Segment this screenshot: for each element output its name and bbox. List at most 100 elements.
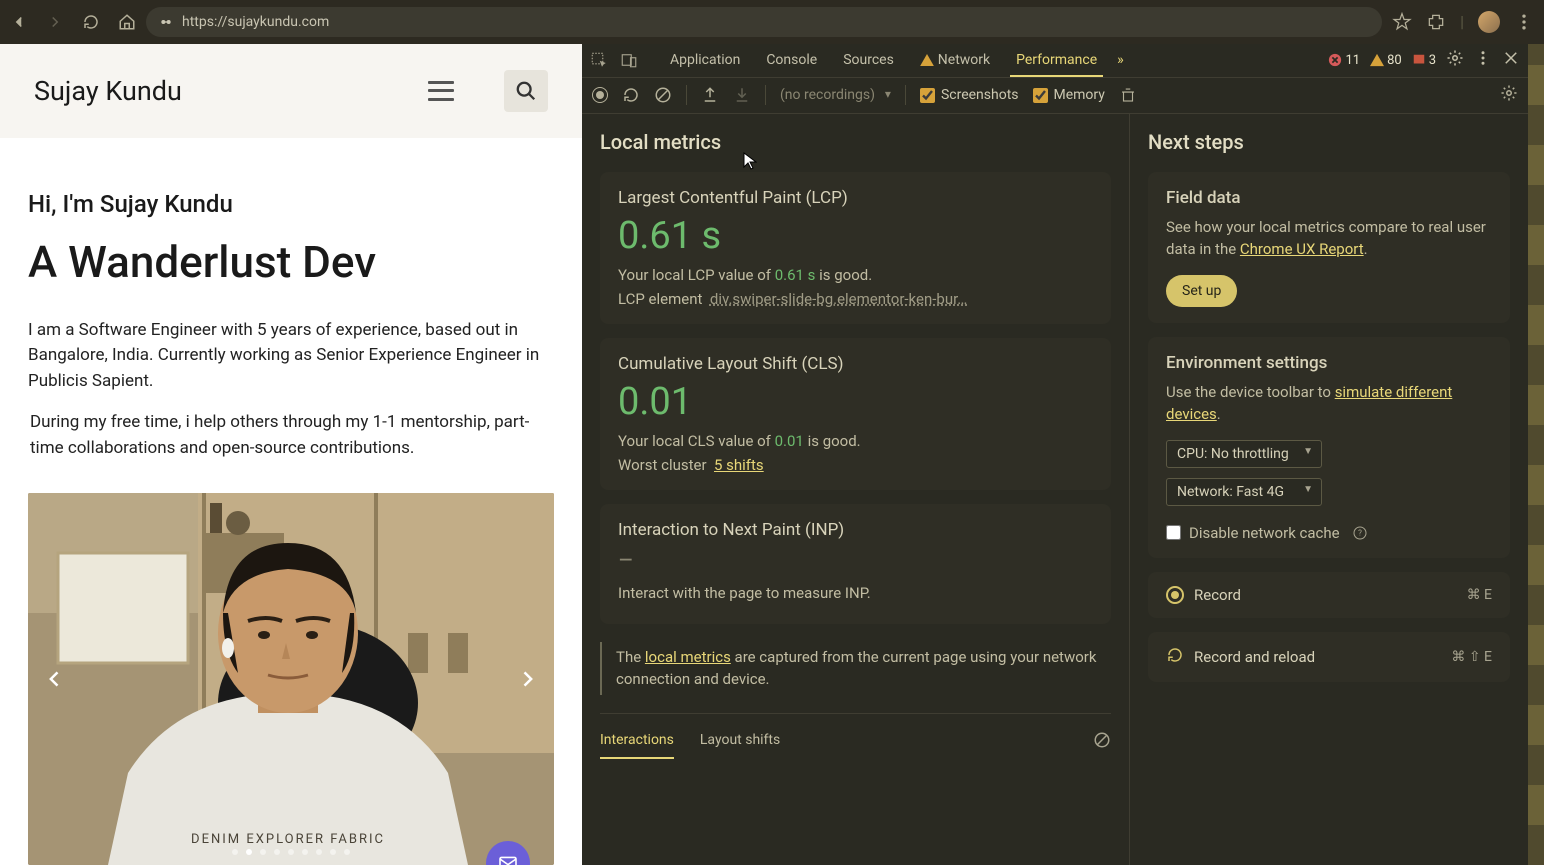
- record-reload-shortcut: ⌘ ⇧ E: [1451, 649, 1492, 665]
- carousel-next-button[interactable]: [512, 664, 542, 694]
- close-devtools-button[interactable]: [1502, 49, 1520, 71]
- record-action-card[interactable]: Record ⌘ E: [1148, 572, 1510, 618]
- recordings-dropdown[interactable]: (no recordings): [780, 87, 891, 103]
- settings-button[interactable]: [1446, 49, 1464, 71]
- tab-network[interactable]: Network: [908, 44, 1002, 76]
- issue-count-badge[interactable]: 3: [1412, 53, 1436, 68]
- warning-count-badge[interactable]: 80: [1370, 53, 1402, 68]
- record-icon: [1166, 586, 1184, 604]
- disable-cache-checkbox[interactable]: Disable network cache ?: [1166, 524, 1492, 542]
- desktop-wallpaper-strip: [1528, 44, 1544, 865]
- star-icon[interactable]: [1392, 12, 1412, 32]
- site-header: Sujay Kundu: [0, 44, 582, 138]
- svg-text:DENIM EXPLORER FABRIC: DENIM EXPLORER FABRIC: [191, 832, 385, 847]
- dots-vertical-icon: [1474, 49, 1492, 67]
- field-data-desc: See how your local metrics compare to re…: [1166, 216, 1492, 261]
- devtools-tabbar: Application Console Sources Network Perf…: [582, 44, 1528, 78]
- svg-text:?: ?: [1358, 528, 1362, 537]
- bio-paragraph-1: I am a Software Engineer with 5 years of…: [28, 318, 554, 395]
- mail-icon: [498, 855, 518, 865]
- home-icon[interactable]: [118, 13, 136, 31]
- record-reload-action-card[interactable]: Record and reload ⌘ ⇧ E: [1148, 632, 1510, 682]
- tab-performance[interactable]: Performance: [1004, 44, 1109, 76]
- gear-icon: [1446, 49, 1464, 67]
- device-toolbar-icon[interactable]: [620, 51, 638, 69]
- tab-application[interactable]: Application: [658, 44, 752, 76]
- issue-flag-icon: [1412, 53, 1426, 67]
- reload-icon[interactable]: [82, 13, 100, 31]
- greeting-text: Hi, I'm Sujay Kundu: [28, 190, 554, 218]
- back-icon[interactable]: [10, 13, 28, 31]
- nav-controls: [10, 13, 136, 31]
- site-info-icon[interactable]: [158, 14, 174, 30]
- cls-cluster-row: Worst cluster 5 shifts: [618, 456, 1093, 474]
- carousel-dots[interactable]: [232, 849, 350, 855]
- chevron-left-icon: [45, 666, 65, 692]
- cls-card[interactable]: Cumulative Layout Shift (CLS) 0.01 Your …: [600, 338, 1111, 490]
- reload-record-icon[interactable]: [622, 86, 640, 104]
- metrics-subtabs: Interactions Layout shifts: [600, 713, 1111, 758]
- local-metrics-column: Local metrics Largest Contentful Paint (…: [582, 114, 1130, 865]
- lcp-element-link[interactable]: div.swiper-slide-bg.elementor-ken-bur…: [710, 290, 967, 308]
- extensions-icon[interactable]: [1426, 12, 1446, 32]
- devtools-panel: Application Console Sources Network Perf…: [582, 44, 1528, 865]
- capture-settings-icon[interactable]: [1500, 84, 1518, 102]
- more-options-button[interactable]: [1474, 49, 1492, 71]
- subtab-layout-shifts[interactable]: Layout shifts: [700, 722, 780, 758]
- subtab-interactions[interactable]: Interactions: [600, 722, 674, 758]
- tab-sources[interactable]: Sources: [831, 44, 906, 76]
- field-data-title: Field data: [1166, 188, 1492, 208]
- inp-card[interactable]: Interaction to Next Paint (INP) – Intera…: [600, 504, 1111, 624]
- cpu-throttling-select[interactable]: CPU: No throttling: [1166, 440, 1322, 468]
- network-throttling-select[interactable]: Network: Fast 4G: [1166, 478, 1322, 506]
- local-metrics-heading: Local metrics: [600, 130, 1111, 154]
- forward-icon[interactable]: [46, 13, 64, 31]
- lcp-card[interactable]: Largest Contentful Paint (LCP) 0.61 s Yo…: [600, 172, 1111, 324]
- site-logo[interactable]: Sujay Kundu: [34, 75, 182, 107]
- collect-garbage-icon[interactable]: [1119, 86, 1137, 104]
- lcp-title: Largest Contentful Paint (LCP): [618, 188, 1093, 208]
- setup-button[interactable]: Set up: [1166, 275, 1237, 307]
- field-data-card: Field data See how your local metrics co…: [1148, 172, 1510, 323]
- more-tabs-icon[interactable]: »: [1111, 52, 1130, 68]
- next-steps-column: Next steps Field data See how your local…: [1130, 114, 1528, 865]
- cls-cluster-link[interactable]: 5 shifts: [714, 456, 764, 474]
- lcp-element-row: LCP element div.swiper-slide-bg.elemento…: [618, 290, 1093, 308]
- hamburger-menu-icon[interactable]: [428, 81, 454, 101]
- performance-toolbar: (no recordings) Screenshots Memory: [582, 78, 1528, 114]
- memory-checkbox[interactable]: Memory: [1033, 87, 1105, 103]
- search-icon: [515, 80, 537, 102]
- screenshots-checkbox[interactable]: Screenshots: [920, 87, 1019, 103]
- search-button[interactable]: [504, 70, 548, 112]
- warning-icon: [1370, 53, 1384, 67]
- clear-list-icon[interactable]: [1093, 731, 1111, 749]
- warning-triangle-icon: [920, 54, 934, 66]
- clear-icon[interactable]: [654, 86, 672, 104]
- website-viewport: Sujay Kundu Hi, I'm Sujay Kundu A Wander…: [0, 44, 582, 865]
- cls-value: 0.01: [618, 380, 1093, 424]
- local-metrics-note: The local metrics are captured from the …: [600, 642, 1111, 695]
- environment-settings-card: Environment settings Use the device tool…: [1148, 337, 1510, 558]
- inp-title: Interaction to Next Paint (INP): [618, 520, 1093, 540]
- download-icon[interactable]: [733, 86, 751, 104]
- help-icon[interactable]: ?: [1352, 525, 1368, 541]
- lcp-value: 0.61 s: [618, 214, 1093, 258]
- crux-link[interactable]: Chrome UX Report: [1240, 240, 1364, 258]
- local-metrics-link[interactable]: local metrics: [645, 648, 731, 666]
- menu-dots-icon[interactable]: [1514, 12, 1534, 32]
- record-button[interactable]: [592, 87, 608, 103]
- record-shortcut: ⌘ E: [1467, 587, 1492, 603]
- url-bar[interactable]: https://sujaykundu.com: [146, 7, 1382, 37]
- env-desc: Use the device toolbar to simulate diffe…: [1166, 381, 1492, 426]
- upload-icon[interactable]: [701, 86, 719, 104]
- inspect-element-icon[interactable]: [590, 51, 608, 69]
- env-title: Environment settings: [1166, 353, 1492, 373]
- error-count-badge[interactable]: 11: [1328, 53, 1360, 68]
- chevron-right-icon: [517, 666, 537, 692]
- hero-carousel: DENIM EXPLORER FABRIC: [28, 493, 554, 865]
- carousel-prev-button[interactable]: [40, 664, 70, 694]
- inp-description: Interact with the page to measure INP.: [618, 584, 1093, 602]
- profile-avatar[interactable]: [1478, 11, 1500, 33]
- bio-paragraph-2: During my free time, i help others throu…: [28, 410, 554, 461]
- tab-console[interactable]: Console: [754, 44, 829, 76]
